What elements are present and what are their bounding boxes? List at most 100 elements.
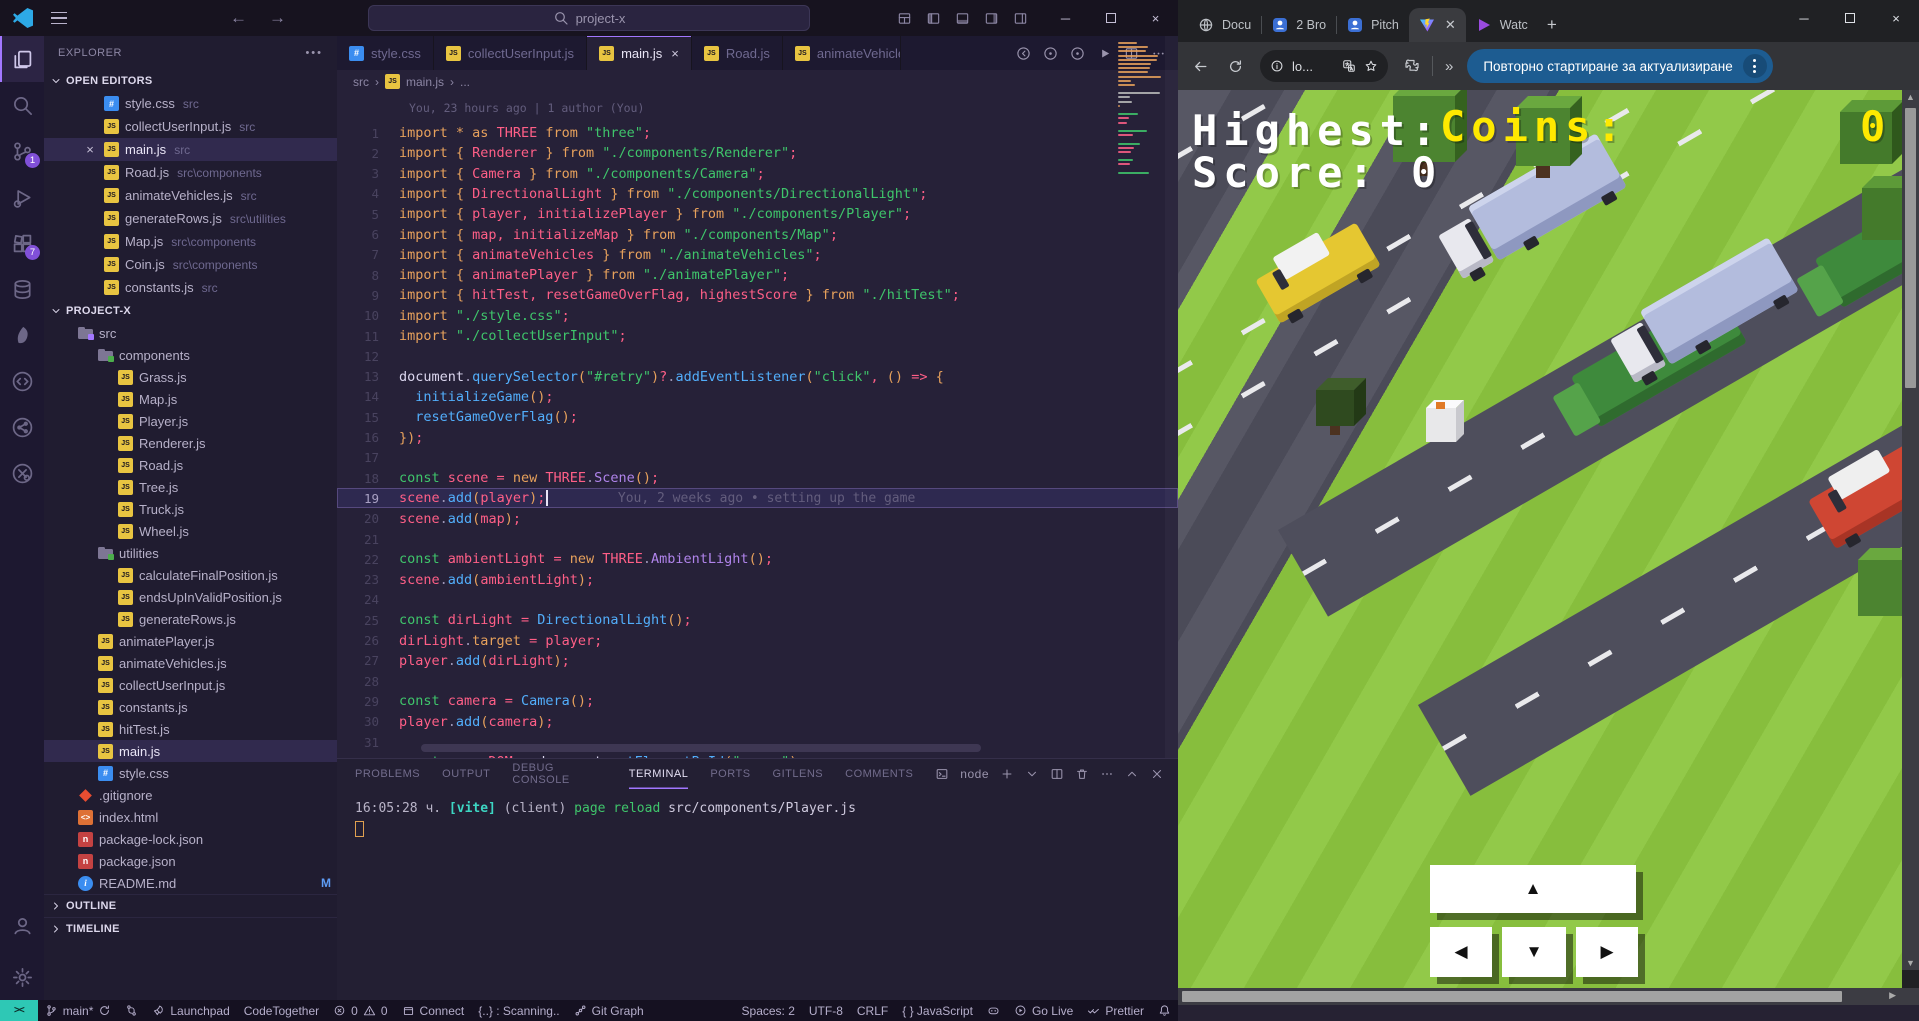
control-right-button[interactable]: ▶ xyxy=(1576,927,1638,977)
timeline-header[interactable]: TIMELINE xyxy=(44,917,337,940)
address-bar[interactable]: lo... xyxy=(1260,50,1388,82)
open-editor-item[interactable]: JSgenerateRows.jssrc\utilities xyxy=(44,207,337,230)
status-spaces[interactable]: Spaces: 2 xyxy=(735,1000,802,1021)
run-file-icon[interactable] xyxy=(1097,46,1112,61)
editor-tab-style.css[interactable]: #style.css xyxy=(337,36,434,70)
bookmark-star-icon[interactable] xyxy=(1364,59,1378,73)
control-left-button[interactable]: ◀ xyxy=(1430,927,1492,977)
back-icon[interactable] xyxy=(1192,58,1209,75)
terminal-dropdown-icon[interactable] xyxy=(1025,767,1039,781)
tree-item[interactable]: JSWheel.js xyxy=(44,520,337,542)
browser-maximize-button[interactable] xyxy=(1827,0,1873,36)
editor-tab-main.js[interactable]: JSmain.js× xyxy=(587,36,692,70)
editor-vertical-scrollbar[interactable] xyxy=(1165,36,1178,758)
activity-item-database[interactable] xyxy=(0,266,44,312)
terminal-output[interactable]: 16:05:28 ч. [vite] (client) page reload … xyxy=(337,789,1178,837)
tree-item[interactable]: JScollectUserInput.js xyxy=(44,674,337,696)
open-editors-header[interactable]: OPEN EDITORS xyxy=(44,69,337,92)
tree-item[interactable]: npackage.json xyxy=(44,850,337,872)
tree-item[interactable]: JSPlayer.js xyxy=(44,410,337,432)
reload-icon[interactable] xyxy=(1227,58,1244,75)
layout-secondary-icon[interactable] xyxy=(984,11,999,26)
tree-item[interactable]: utilities xyxy=(44,542,337,564)
customize-layout-icon[interactable] xyxy=(897,11,912,26)
open-editor-item[interactable]: JSanimateVehicles.jssrc xyxy=(44,184,337,207)
menu-icon[interactable] xyxy=(51,12,67,25)
browser-tab-Pitch[interactable]: Pitch xyxy=(1337,8,1409,42)
tree-item[interactable]: JSRenderer.js xyxy=(44,432,337,454)
browser-close-button[interactable]: × xyxy=(1873,0,1919,36)
nav-back-icon[interactable] xyxy=(1016,46,1031,61)
maximize-panel-icon[interactable] xyxy=(1125,767,1139,781)
status-prettier[interactable]: Prettier xyxy=(1080,1000,1151,1021)
more-actions-icon[interactable] xyxy=(1100,767,1114,781)
vscode-maximize-button[interactable] xyxy=(1088,0,1133,36)
tree-item[interactable]: JSGrass.js xyxy=(44,366,337,388)
new-tab-button[interactable]: + xyxy=(1538,11,1566,39)
scroll-right-icon[interactable]: ▶ xyxy=(1889,990,1896,1001)
tree-item[interactable]: iREADME.mdM xyxy=(44,872,337,894)
layout-right-icon[interactable] xyxy=(1013,11,1028,26)
status-launchpad[interactable]: Launchpad xyxy=(145,1000,236,1021)
minimap[interactable] xyxy=(1118,42,1164,282)
activity-item-debug[interactable] xyxy=(0,174,44,220)
editor-tab-animateVehicle[interactable]: JSanimateVehicle xyxy=(783,36,901,70)
status-codetogether[interactable]: CodeTogether xyxy=(237,1000,326,1021)
breadcrumb-segment[interactable]: ... xyxy=(460,75,470,89)
browser-menu-icon[interactable] xyxy=(1743,54,1767,78)
browser-tab-Watc[interactable]: Watc xyxy=(1466,8,1538,42)
status-gitgraph[interactable]: Git Graph xyxy=(567,1000,651,1021)
activity-item-codecircle[interactable] xyxy=(0,358,44,404)
panel-tab-comments[interactable]: COMMENTS xyxy=(845,759,913,789)
tree-item[interactable]: JSendsUpInValidPosition.js xyxy=(44,586,337,608)
browser-tab-2 Bro[interactable]: 2 Bro xyxy=(1262,8,1336,42)
tree-item[interactable]: <>index.html xyxy=(44,806,337,828)
open-editor-item[interactable]: JSRoad.jssrc\components xyxy=(44,161,337,184)
status-connect[interactable]: Connect xyxy=(395,1000,472,1021)
tree-item[interactable]: JSTruck.js xyxy=(44,498,337,520)
status-golive[interactable]: Go Live xyxy=(1007,1000,1080,1021)
activity-item-gear[interactable] xyxy=(0,954,44,1000)
close-panel-icon[interactable] xyxy=(1150,767,1164,781)
shell-label[interactable]: node xyxy=(960,767,989,781)
activity-item-files[interactable] xyxy=(0,36,44,82)
layout-panel-icon[interactable] xyxy=(955,11,970,26)
activity-item-leaf[interactable] xyxy=(0,312,44,358)
tree-item[interactable]: npackage-lock.json xyxy=(44,828,337,850)
activity-item-share[interactable] xyxy=(0,404,44,450)
vscode-close-button[interactable]: × xyxy=(1133,0,1178,36)
editor-horizontal-scrollbar[interactable] xyxy=(421,744,981,752)
new-terminal-icon[interactable] xyxy=(1000,767,1014,781)
code-editor[interactable]: You, 23 hours ago | 1 author (You) 1impo… xyxy=(337,93,1178,758)
site-info-icon[interactable] xyxy=(1270,59,1284,73)
status-encoding[interactable]: UTF-8 xyxy=(802,1000,850,1021)
tree-item[interactable]: src xyxy=(44,322,337,344)
status-compare[interactable] xyxy=(118,1000,145,1021)
translate-icon[interactable] xyxy=(1342,59,1356,73)
page-horizontal-scrollbar[interactable]: ▶ xyxy=(1178,988,1902,1005)
scroll-down-icon[interactable]: ▼ xyxy=(1902,958,1919,968)
tree-item[interactable]: components xyxy=(44,344,337,366)
browser-tab-Docu[interactable]: Docu xyxy=(1188,8,1261,42)
editor-tab-collectUserInput.js[interactable]: JScollectUserInput.js xyxy=(434,36,587,70)
status-branch[interactable]: main* xyxy=(38,1000,119,1021)
history-back-icon[interactable]: ← xyxy=(230,8,247,28)
debug-config-icon[interactable] xyxy=(1070,46,1085,61)
tree-item[interactable]: JSgenerateRows.js xyxy=(44,608,337,630)
tree-item[interactable]: JSconstants.js xyxy=(44,696,337,718)
activity-item-account[interactable] xyxy=(0,902,44,948)
status-remote[interactable]: >< xyxy=(0,1000,38,1021)
breadcrumb-segment[interactable]: main.js xyxy=(406,75,444,89)
overflow-chevrons-icon[interactable]: » xyxy=(1445,58,1453,75)
open-editor-item[interactable]: JSCoin.jssrc\components xyxy=(44,253,337,276)
status-copilot[interactable] xyxy=(980,1000,1007,1021)
vscode-minimize-button[interactable]: ─ xyxy=(1043,0,1088,36)
breadcrumb-segment[interactable]: src xyxy=(353,75,369,89)
tree-item[interactable]: JSanimateVehicles.js xyxy=(44,652,337,674)
game-viewport[interactable]: Highest: Score: 0 Coins: 0 ▲ ◀ ▼ ▶ xyxy=(1178,90,1902,988)
close-icon[interactable]: × xyxy=(82,142,98,157)
panel-tab-ports[interactable]: PORTS xyxy=(710,759,750,789)
project-header[interactable]: PROJECT-X xyxy=(44,299,337,322)
tree-item[interactable]: #style.css xyxy=(44,762,337,784)
page-vertical-scrollbar[interactable]: ▲ ▼ xyxy=(1902,90,1919,970)
